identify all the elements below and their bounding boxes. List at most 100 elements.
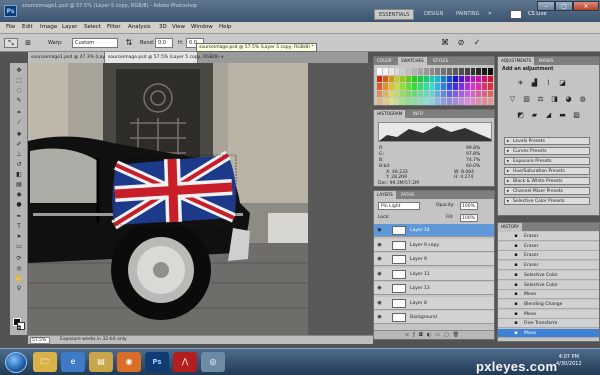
color-swatch[interactable] bbox=[470, 83, 476, 90]
color-swatch[interactable] bbox=[458, 98, 464, 105]
tab-layers[interactable]: LAYERS bbox=[374, 191, 396, 199]
color-swatch[interactable] bbox=[412, 75, 417, 83]
swatch-grid[interactable] bbox=[377, 68, 493, 105]
color-swatch[interactable] bbox=[406, 68, 412, 75]
minimize-icon[interactable]: – bbox=[537, 1, 555, 11]
menu-layer[interactable]: Layer bbox=[62, 24, 77, 30]
color-swatch[interactable] bbox=[382, 75, 388, 83]
quick-select-tool-icon[interactable]: ✎ bbox=[13, 97, 25, 105]
warp-orientation-icon[interactable]: ⇅ bbox=[124, 38, 134, 48]
history-state[interactable]: ▪ Free Transform bbox=[498, 319, 599, 329]
canvas-area[interactable] bbox=[28, 63, 373, 335]
menu-analysis[interactable]: Analysis bbox=[128, 24, 151, 30]
color-swatch[interactable] bbox=[412, 98, 417, 105]
exposure-icon[interactable]: ◪ bbox=[558, 79, 567, 88]
gradient-map-icon[interactable]: ▬ bbox=[558, 111, 567, 120]
color-swatch[interactable] bbox=[429, 68, 435, 75]
quick-mask-icon[interactable]: ◘ bbox=[13, 325, 25, 333]
photoshop-logo-icon[interactable]: Ps bbox=[4, 5, 17, 17]
color-swatch[interactable] bbox=[458, 75, 464, 83]
layer-row[interactable]: ◉ Layer 14 bbox=[374, 224, 494, 237]
restore-icon[interactable]: □ bbox=[555, 1, 573, 11]
preset-item[interactable]: Hue/Saturation Presets bbox=[504, 167, 590, 175]
color-swatch[interactable] bbox=[488, 75, 493, 83]
color-swatch[interactable] bbox=[417, 68, 423, 75]
marquee-tool-icon[interactable]: ⬚ bbox=[13, 77, 25, 85]
add-mask-icon[interactable]: ◘ bbox=[419, 332, 427, 338]
menu-edit[interactable]: Edit bbox=[22, 24, 33, 30]
color-swatch[interactable] bbox=[447, 83, 453, 90]
color-swatch[interactable] bbox=[470, 98, 476, 105]
layer-row[interactable]: ◉ Background bbox=[374, 311, 494, 324]
color-swatch[interactable] bbox=[458, 68, 464, 75]
workspace-design-button[interactable]: DESIGN bbox=[420, 9, 447, 20]
color-swatch[interactable] bbox=[382, 68, 388, 75]
history-state[interactable]: ▪ Move bbox=[498, 290, 599, 300]
channel-mixer-icon[interactable]: ◍ bbox=[578, 95, 587, 104]
color-swatch[interactable] bbox=[388, 98, 394, 105]
color-swatch[interactable] bbox=[377, 98, 382, 105]
tab-paths[interactable]: PATHS bbox=[398, 191, 417, 199]
firefox-taskbar-icon[interactable]: ◉ bbox=[117, 352, 141, 372]
color-swatch[interactable] bbox=[447, 90, 453, 98]
history-state[interactable]: ▪ Selective Color bbox=[498, 280, 599, 290]
color-swatch[interactable] bbox=[423, 98, 429, 105]
color-swatch[interactable] bbox=[400, 75, 406, 83]
color-swatch[interactable] bbox=[470, 75, 476, 83]
visibility-eye-icon[interactable]: ◉ bbox=[376, 300, 383, 307]
color-swatch[interactable] bbox=[423, 90, 429, 98]
tab-styles[interactable]: STYLES bbox=[430, 57, 451, 65]
color-swatch[interactable] bbox=[482, 68, 488, 75]
preset-item[interactable]: Levels Presets bbox=[504, 137, 590, 145]
color-swatch[interactable] bbox=[447, 98, 453, 105]
color-swatch[interactable] bbox=[464, 90, 470, 98]
history-state[interactable]: ▪ Eraser bbox=[498, 232, 599, 241]
color-swatch[interactable] bbox=[441, 68, 447, 75]
color-swatch[interactable] bbox=[476, 90, 482, 98]
color-swatch[interactable] bbox=[394, 90, 400, 98]
warp-style-select[interactable]: Custom bbox=[72, 38, 118, 48]
color-swatch[interactable] bbox=[476, 75, 482, 83]
cancel-transform-icon[interactable]: ⊘ bbox=[456, 38, 466, 48]
color-swatch[interactable] bbox=[400, 68, 406, 75]
color-swatch[interactable] bbox=[470, 90, 476, 98]
history-brush-tool-icon[interactable]: ↺ bbox=[13, 161, 25, 169]
color-swatch[interactable] bbox=[400, 90, 406, 98]
explorer-taskbar-icon[interactable]: 🗁 bbox=[33, 352, 57, 372]
tab-color[interactable]: COLOR bbox=[374, 57, 395, 65]
visibility-eye-icon[interactable]: ◉ bbox=[376, 242, 383, 249]
tab-sourceimage[interactable]: sourceimage.psd @ 57.5% (Layer 5 copy, R… bbox=[105, 52, 224, 63]
color-swatch[interactable] bbox=[388, 68, 394, 75]
search-field[interactable] bbox=[510, 10, 522, 19]
color-swatch[interactable] bbox=[394, 75, 400, 83]
color-swatch[interactable] bbox=[470, 68, 476, 75]
color-swatch[interactable] bbox=[441, 98, 447, 105]
color-swatch[interactable] bbox=[388, 90, 394, 98]
color-swatch[interactable] bbox=[423, 83, 429, 90]
menu-image[interactable]: Image bbox=[40, 24, 57, 30]
opacity-field[interactable]: 100% bbox=[460, 202, 478, 210]
workspace-essentials-button[interactable]: ESSENTIALS bbox=[374, 9, 415, 20]
color-swatch[interactable] bbox=[377, 68, 382, 75]
color-swatch[interactable] bbox=[394, 98, 400, 105]
color-swatch[interactable] bbox=[453, 75, 458, 83]
color-swatch[interactable] bbox=[429, 83, 435, 90]
history-state[interactable]: ▪ Eraser bbox=[498, 241, 599, 251]
color-swatch[interactable] bbox=[453, 98, 458, 105]
preset-item[interactable]: Curves Presets bbox=[504, 147, 590, 155]
color-swatch[interactable] bbox=[476, 68, 482, 75]
color-swatch[interactable] bbox=[406, 98, 412, 105]
vibrance-icon[interactable]: ▽ bbox=[508, 95, 517, 104]
bend-field[interactable]: 0.0 bbox=[155, 38, 173, 48]
layer-row[interactable]: ◉ Layer 8 bbox=[374, 296, 494, 310]
color-swatch[interactable] bbox=[464, 83, 470, 90]
color-swatch[interactable] bbox=[435, 98, 441, 105]
color-swatch[interactable] bbox=[482, 83, 488, 90]
brush-tool-icon[interactable]: ✐ bbox=[13, 141, 25, 149]
color-swatch[interactable] bbox=[476, 83, 482, 90]
curves-icon[interactable]: ⌇ bbox=[544, 79, 553, 88]
delete-layer-icon[interactable]: 🗑 bbox=[453, 332, 463, 338]
color-swatch[interactable] bbox=[417, 83, 423, 90]
levels-icon[interactable]: ▟ bbox=[530, 79, 539, 88]
color-swatch[interactable] bbox=[394, 83, 400, 90]
